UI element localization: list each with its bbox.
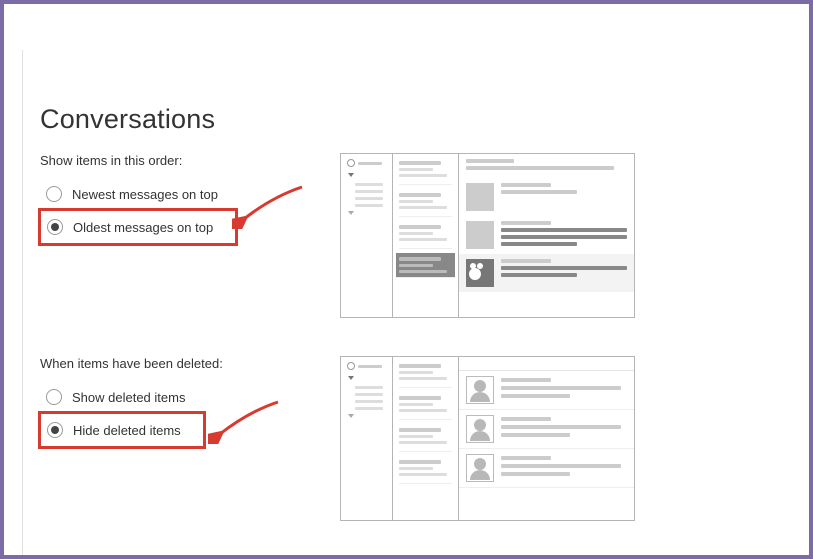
deleted-section: When items have been deleted: Show delet…: [40, 356, 809, 521]
left-rule: [22, 50, 23, 555]
preview-content: [459, 357, 634, 520]
highlight-box: Oldest messages on top: [38, 208, 238, 246]
radio-icon: [46, 389, 62, 405]
deleted-preview: [340, 356, 635, 521]
avatar-icon: [466, 415, 494, 443]
preview-content: [459, 154, 634, 317]
radio-label: Show deleted items: [72, 390, 185, 405]
preview-nav: [341, 357, 393, 520]
order-section: Show items in this order: Newest message…: [40, 153, 809, 318]
order-option-newest[interactable]: Newest messages on top: [40, 180, 340, 208]
order-option-oldest[interactable]: Oldest messages on top: [41, 213, 213, 241]
deleted-option-show[interactable]: Show deleted items: [40, 383, 340, 411]
radio-label: Oldest messages on top: [73, 220, 213, 235]
radio-label: Hide deleted items: [73, 423, 181, 438]
radio-icon: [46, 186, 62, 202]
order-label: Show items in this order:: [40, 153, 340, 168]
avatar-icon: [466, 454, 494, 482]
preview-list: [393, 357, 459, 520]
deleted-option-hide[interactable]: Hide deleted items: [41, 416, 181, 444]
page-title: Conversations: [40, 104, 809, 135]
preview-nav: [341, 154, 393, 317]
order-preview: [340, 153, 635, 318]
deleted-label: When items have been deleted:: [40, 356, 340, 371]
highlight-box: Hide deleted items: [38, 411, 206, 449]
radio-icon: [47, 219, 63, 235]
radio-icon: [47, 422, 63, 438]
preview-list: [393, 154, 459, 317]
avatar-icon: [466, 376, 494, 404]
radio-label: Newest messages on top: [72, 187, 218, 202]
